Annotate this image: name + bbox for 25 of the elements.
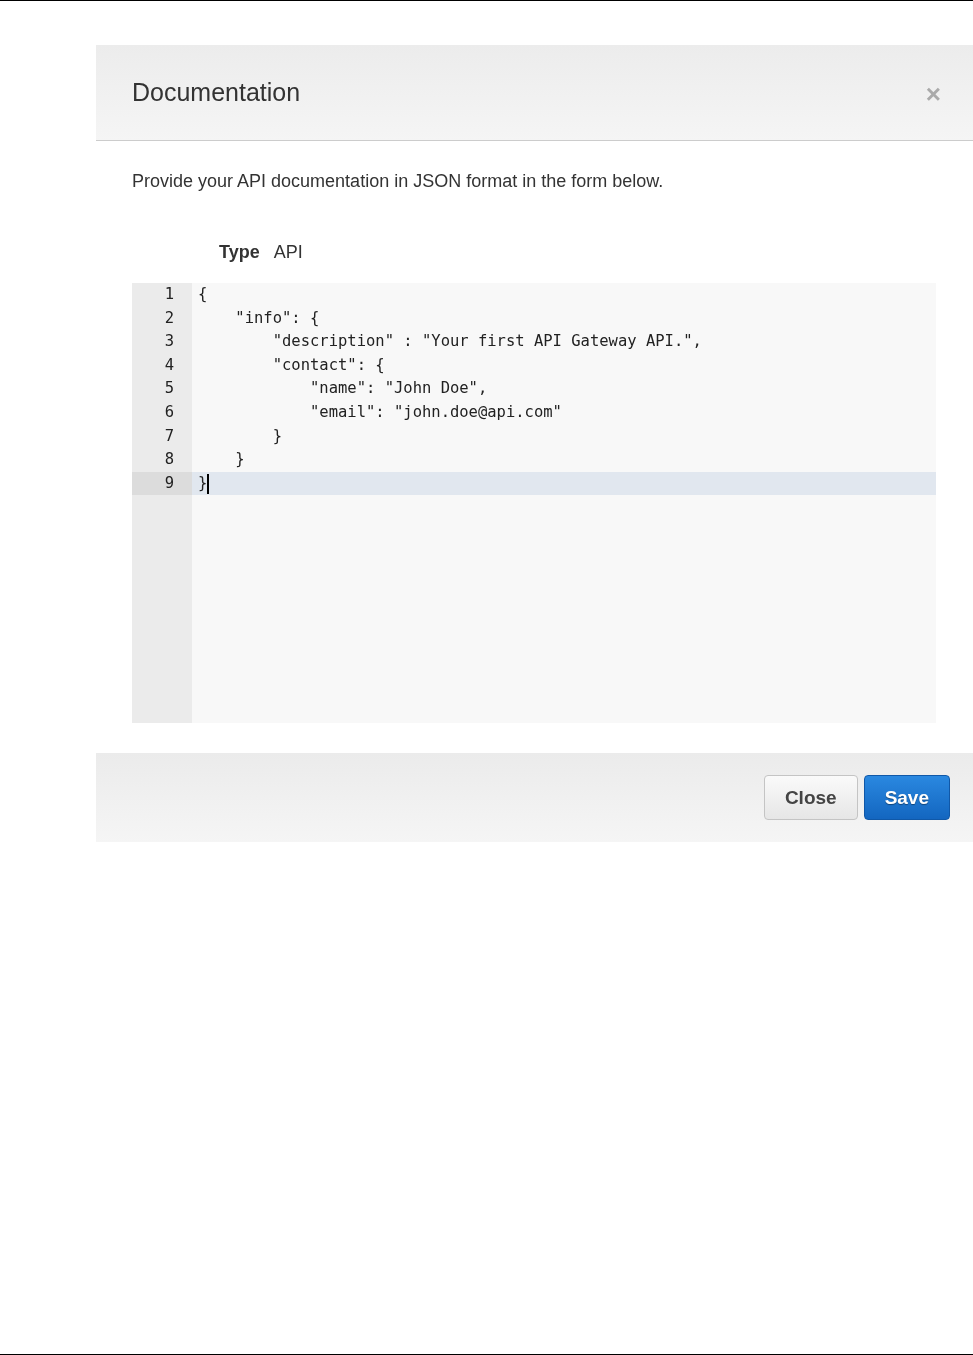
line-number: 3 [163,331,175,353]
line-number: 9 [132,471,192,496]
line-number: 7 [163,425,175,447]
code-line: "description" : "Your first API Gateway API.", [271,331,703,353]
code-line: } [234,449,246,471]
dialog-title: Documentation [132,78,301,107]
close-button[interactable]: Close [763,775,858,820]
line-number: 4 [163,354,175,376]
line-number: 5 [163,378,175,400]
line-number: 2 [163,307,175,329]
save-button[interactable]: Save [863,775,950,820]
line-number: 8 [163,449,175,471]
code-line: "email": "john.doe@api.com" [308,401,563,423]
code-line: "info": { [234,307,321,329]
code-line: "name": "John Doe", [308,378,489,400]
code-line: { [197,284,209,305]
text-cursor [207,473,210,494]
code-editor[interactable]: 1 2 3 4 5 6 7 8 9 { "info": { "description" : "Your first API Gateway API.", "contact": { "name": "John Doe", "email": "john.doe@api.com" } } } [132,283,936,723]
line-number: 1 [163,284,175,305]
type-value: API [273,242,303,263]
type-label: Type [219,242,260,263]
line-number: 6 [163,401,175,423]
code-line: } [271,425,283,447]
code-line: "contact": { [271,354,386,376]
intro-text: Provide your API documentation in JSON format in the form below. [132,171,665,192]
